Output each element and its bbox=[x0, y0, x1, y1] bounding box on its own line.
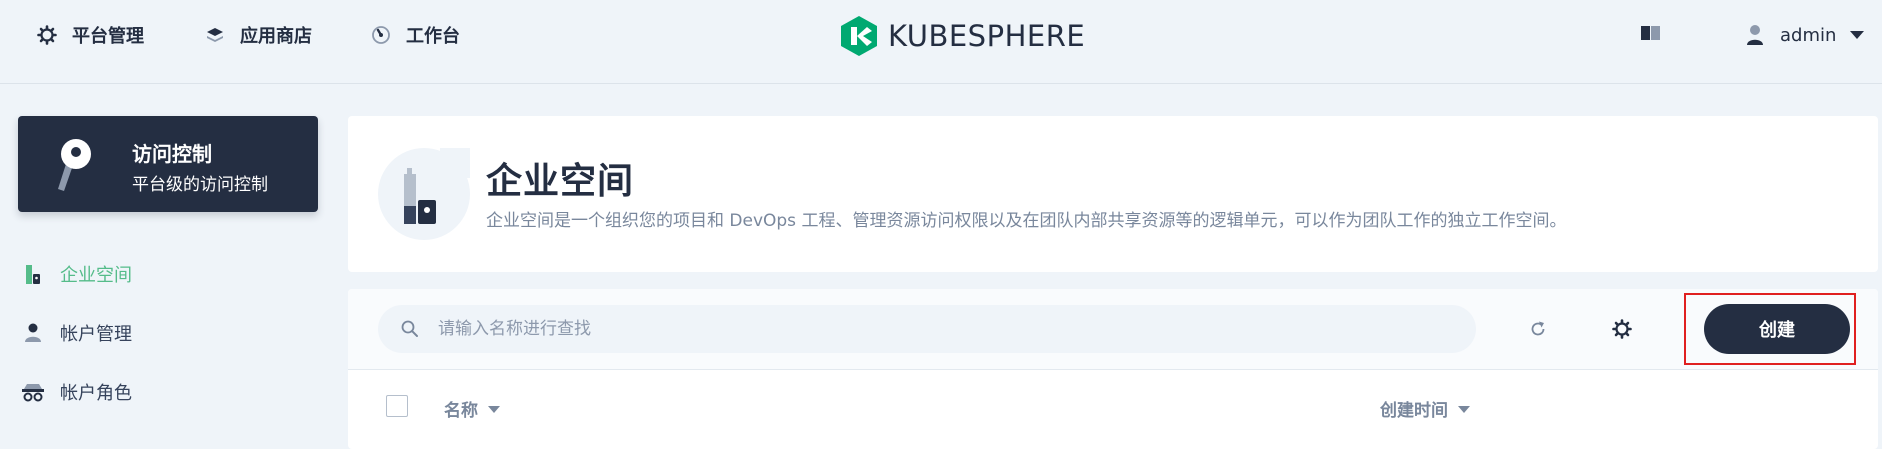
search-input[interactable] bbox=[436, 318, 1420, 340]
refresh-button[interactable] bbox=[1524, 315, 1552, 343]
table-toolbar: 创建 bbox=[348, 289, 1878, 370]
sidebar-item-label: 帐户角色 bbox=[60, 382, 132, 404]
access-control-card: 访问控制 平台级的访问控制 bbox=[18, 116, 318, 212]
nav-label: 工作台 bbox=[406, 26, 460, 47]
sidebar-menu: 企业空间 帐户管理 帐户角色 bbox=[18, 244, 318, 421]
user-menu[interactable]: admin bbox=[1746, 20, 1865, 50]
kubesphere-logo-icon bbox=[841, 16, 877, 56]
select-all-checkbox[interactable] bbox=[386, 395, 408, 417]
nav-app-store[interactable]: 应用商店 bbox=[204, 0, 312, 70]
column-header-label: 名称 bbox=[444, 401, 478, 421]
card-subtitle: 平台级的访问控制 bbox=[132, 175, 268, 195]
page-title: 企业空间 bbox=[486, 161, 635, 202]
dashboard-icon bbox=[370, 24, 392, 46]
workspace-table: 创建 名称 创建时间 bbox=[348, 289, 1878, 449]
card-title: 访问控制 bbox=[132, 142, 212, 166]
docs-icon[interactable] bbox=[1640, 24, 1664, 44]
search-bar[interactable] bbox=[378, 305, 1476, 353]
kubesphere-logo[interactable]: KUBESPHERE bbox=[840, 14, 1085, 58]
role-icon bbox=[20, 380, 46, 404]
create-button[interactable]: 创建 bbox=[1704, 304, 1850, 354]
nav-workbench[interactable]: 工作台 bbox=[370, 0, 460, 70]
user-name: admin bbox=[1780, 24, 1837, 46]
sidebar-item-label: 帐户管理 bbox=[60, 323, 132, 345]
caret-down-icon bbox=[1458, 406, 1470, 413]
search-icon bbox=[400, 319, 420, 339]
workspace-icon bbox=[378, 148, 470, 240]
sidebar-item-accounts[interactable]: 帐户管理 bbox=[18, 303, 318, 362]
nav-label: 平台管理 bbox=[72, 26, 144, 47]
column-header-created-time[interactable]: 创建时间 bbox=[1380, 396, 1470, 421]
page-description: 企业空间是一个组织您的项目和 DevOps 工程、管理资源访问权限以及在团队内部… bbox=[486, 211, 1567, 231]
sidebar-item-workspaces[interactable]: 企业空间 bbox=[18, 244, 318, 303]
gear-icon bbox=[36, 24, 58, 46]
workspace-icon bbox=[20, 262, 46, 286]
sidebar-item-label: 企业空间 bbox=[60, 264, 132, 286]
user-avatar-icon bbox=[1746, 24, 1764, 46]
logo-text: KUBESPHERE bbox=[888, 19, 1086, 53]
settings-button[interactable] bbox=[1608, 315, 1636, 343]
top-navigation: 平台管理 应用商店 工作台 KUBESPHERE admin bbox=[0, 0, 1882, 84]
chevron-down-icon bbox=[1850, 30, 1865, 40]
key-icon bbox=[48, 134, 104, 196]
column-header-name[interactable]: 名称 bbox=[444, 396, 500, 421]
nav-platform-management[interactable]: 平台管理 bbox=[36, 0, 144, 70]
caret-down-icon bbox=[488, 406, 500, 413]
refresh-icon bbox=[1528, 319, 1548, 339]
column-header-label: 创建时间 bbox=[1380, 401, 1448, 421]
table-header: 名称 创建时间 bbox=[348, 370, 1878, 438]
sidebar-item-account-roles[interactable]: 帐户角色 bbox=[18, 362, 318, 421]
layers-icon bbox=[204, 24, 226, 46]
nav-label: 应用商店 bbox=[240, 26, 312, 47]
page-header: 企业空间 企业空间是一个组织您的项目和 DevOps 工程、管理资源访问权限以及… bbox=[348, 116, 1878, 272]
user-icon bbox=[20, 321, 46, 345]
gear-icon bbox=[1612, 319, 1632, 339]
